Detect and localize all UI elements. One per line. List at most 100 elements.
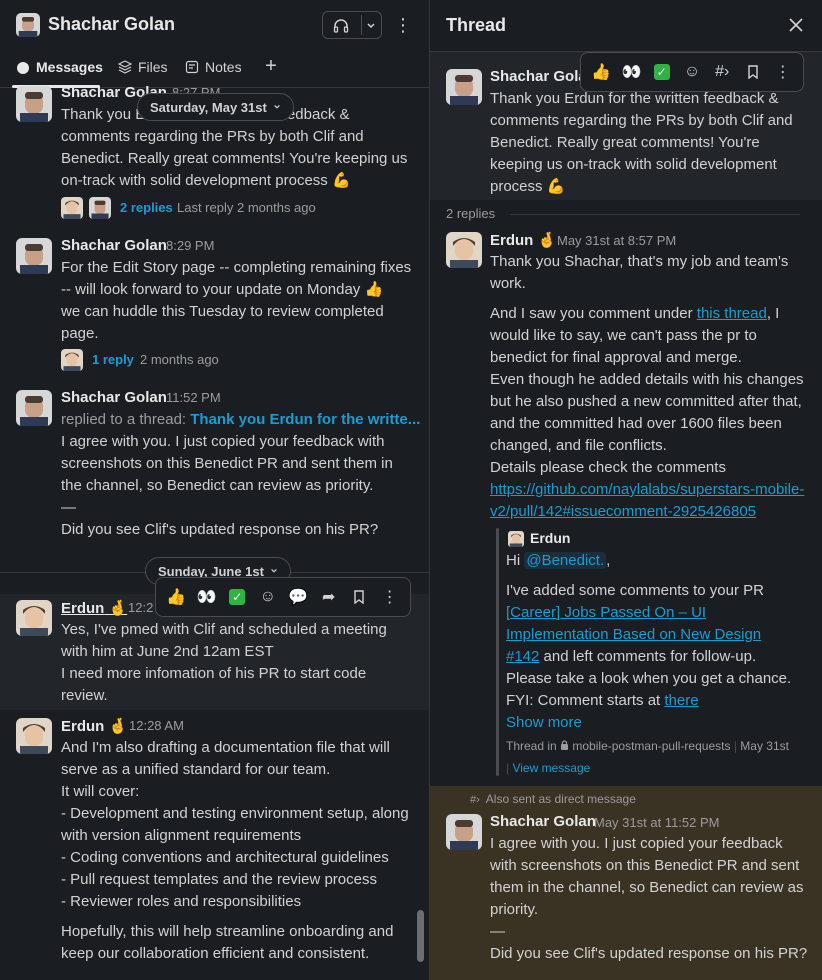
message-text: And I'm also drafting a documentation fi…: [61, 739, 409, 910]
thread-pane: Thread Shachar Golan Thank you Erdun for…: [430, 0, 822, 980]
thread-reply: Erdun 🤞 May 31st at 8:57 PM Thank you Sh…: [430, 228, 822, 784]
bookmark-icon[interactable]: [345, 582, 374, 612]
view-message-link[interactable]: View message: [512, 761, 590, 775]
message-text: And I saw you comment under this thread,…: [490, 303, 804, 523]
timestamp[interactable]: May 31st at 8:57 PM: [557, 233, 676, 248]
message-actions-toolbar: 👍 👀 ✓ ☺ #› ⋮: [580, 52, 804, 92]
list-item: Shachar Golan 8:29 PM For the Edit Story…: [0, 236, 429, 376]
message-actions-toolbar: 👍 👀 ✓ ☺ 💬 ➦ ⋮: [155, 577, 411, 617]
user-mention[interactable]: @Benedict.: [524, 552, 607, 569]
add-tab-icon[interactable]: +: [262, 55, 280, 77]
conversation-header: Shachar Golan ⋮: [0, 0, 429, 52]
date-divider[interactable]: Saturday, May 31st: [137, 93, 294, 121]
close-icon[interactable]: [788, 17, 804, 33]
author-name[interactable]: Erdun 🤞: [61, 717, 127, 735]
message-text: I've added some comments to your PR [Car…: [506, 580, 791, 734]
there-link[interactable]: there: [664, 692, 698, 709]
author-name[interactable]: Shachar Golan: [61, 237, 167, 254]
pr-link[interactable]: Implementation Based on New Design: [506, 624, 791, 646]
author-name[interactable]: Erdun: [530, 530, 570, 546]
avatar[interactable]: [446, 814, 482, 850]
timestamp[interactable]: 12:2: [128, 600, 153, 615]
replies-meta: 2 months ago: [140, 352, 219, 367]
huddle-button[interactable]: [322, 11, 382, 39]
avatar: [61, 349, 83, 371]
avatar: [89, 197, 111, 219]
author-name[interactable]: Shachar Golan: [490, 813, 596, 830]
pr-link[interactable]: #142: [506, 648, 539, 665]
avatar[interactable]: [446, 69, 482, 105]
add-reaction-icon[interactable]: ☺: [678, 57, 706, 87]
more-options-icon[interactable]: ⋮: [394, 14, 412, 36]
avatar[interactable]: [16, 238, 52, 274]
replies-meta: Last reply 2 months ago: [177, 200, 316, 215]
github-link[interactable]: v2/pull/142#issuecomment-2925426805: [490, 501, 804, 523]
divider: [510, 214, 800, 215]
author-name[interactable]: Shachar Golan: [61, 389, 167, 406]
message-text: Yes, I've pmed with Clif and scheduled a…: [61, 621, 387, 704]
avatar[interactable]: [16, 86, 52, 122]
forward-icon[interactable]: ➦: [315, 582, 344, 612]
chevron-down-icon: [273, 104, 280, 109]
tab-files[interactable]: Files: [118, 59, 168, 75]
show-more-button[interactable]: Show more: [506, 712, 791, 734]
thread-header: Thread: [430, 0, 822, 52]
message-text: Hopefully, this will help streamline onb…: [61, 923, 394, 962]
timestamp[interactable]: 8:29 PM: [166, 238, 214, 253]
replies-count: 2 replies: [446, 206, 496, 221]
eyes-icon[interactable]: 👀: [617, 57, 645, 87]
avatar[interactable]: [16, 13, 40, 37]
check-mark-icon[interactable]: ✓: [223, 582, 252, 612]
lock-icon: [561, 740, 569, 750]
bookmark-icon[interactable]: [738, 57, 766, 87]
replies-link[interactable]: 2 replies: [120, 200, 173, 215]
github-link[interactable]: https://github.com/naylalabs/superstars-…: [490, 479, 804, 501]
shared-message: Erdun Hi @Benedict., I've added some com…: [506, 528, 816, 776]
message-text: For the Edit Story page -- completing re…: [61, 259, 412, 342]
reply-in-thread-icon[interactable]: 💬: [284, 582, 313, 612]
thumbs-up-icon[interactable]: 👍: [587, 57, 615, 87]
more-actions-icon[interactable]: ⋮: [376, 582, 405, 612]
also-sent-notice: #› Also sent as direct message: [470, 792, 636, 806]
replies-link[interactable]: 1 reply: [92, 352, 134, 367]
eyes-icon[interactable]: 👀: [193, 582, 222, 612]
thumbs-up-icon[interactable]: 👍: [162, 582, 191, 612]
add-reaction-icon[interactable]: ☺: [254, 582, 283, 612]
scrollbar-thumb[interactable]: [417, 910, 424, 962]
avatar: [61, 197, 83, 219]
avatar[interactable]: [16, 390, 52, 426]
pr-link[interactable]: [Career] Jobs Passed On – UI: [506, 602, 791, 624]
channel-forward-icon[interactable]: #›: [708, 57, 736, 87]
timestamp[interactable]: 11:52 PM: [166, 390, 221, 405]
author-name[interactable]: Erdun 🤞: [490, 231, 556, 249]
conversation-pane: Shachar Golan ⋮ Messages Files Notes + S…: [0, 0, 429, 980]
layers-icon: [118, 60, 132, 74]
list-item: Shachar Golan 11:52 PM replied to a thre…: [0, 388, 429, 548]
timestamp[interactable]: 12:28 AM: [129, 718, 184, 733]
message-text: I agree with you. I just copied your fee…: [490, 835, 808, 962]
check-mark-icon[interactable]: ✓: [648, 57, 676, 87]
tab-notes[interactable]: Notes: [185, 59, 242, 75]
replied-to-thread: replied to a thread: Thank you Erdun for…: [61, 411, 421, 428]
note-icon: [185, 60, 199, 74]
timestamp[interactable]: May 31st at 11:52 PM: [594, 815, 720, 830]
shared-message-meta: Thread in mobile-postman-pull-requests |…: [506, 739, 789, 753]
quote-bar: [496, 528, 499, 776]
page-title: Thread: [446, 15, 507, 35]
avatar[interactable]: [446, 232, 482, 268]
tab-bar: Messages Files Notes +: [0, 52, 429, 88]
headphones-icon: [333, 19, 349, 33]
channel-forward-icon: #›: [470, 794, 480, 806]
thread-link[interactable]: Thank you Erdun for the writte...: [190, 411, 420, 428]
page-title[interactable]: Shachar Golan: [48, 14, 175, 35]
more-actions-icon[interactable]: ⋮: [769, 57, 797, 87]
thread-link[interactable]: this thread: [697, 305, 767, 322]
avatar[interactable]: [16, 600, 52, 636]
chevron-down-icon: [271, 568, 277, 573]
message-icon: [17, 62, 29, 74]
author-name[interactable]: Erdun 🤞: [61, 599, 127, 617]
message-text: Hi @Benedict.,: [506, 552, 611, 569]
view-message-row: | View message: [506, 761, 591, 775]
channel-link[interactable]: mobile-postman-pull-requests: [572, 739, 730, 753]
avatar[interactable]: [16, 718, 52, 754]
